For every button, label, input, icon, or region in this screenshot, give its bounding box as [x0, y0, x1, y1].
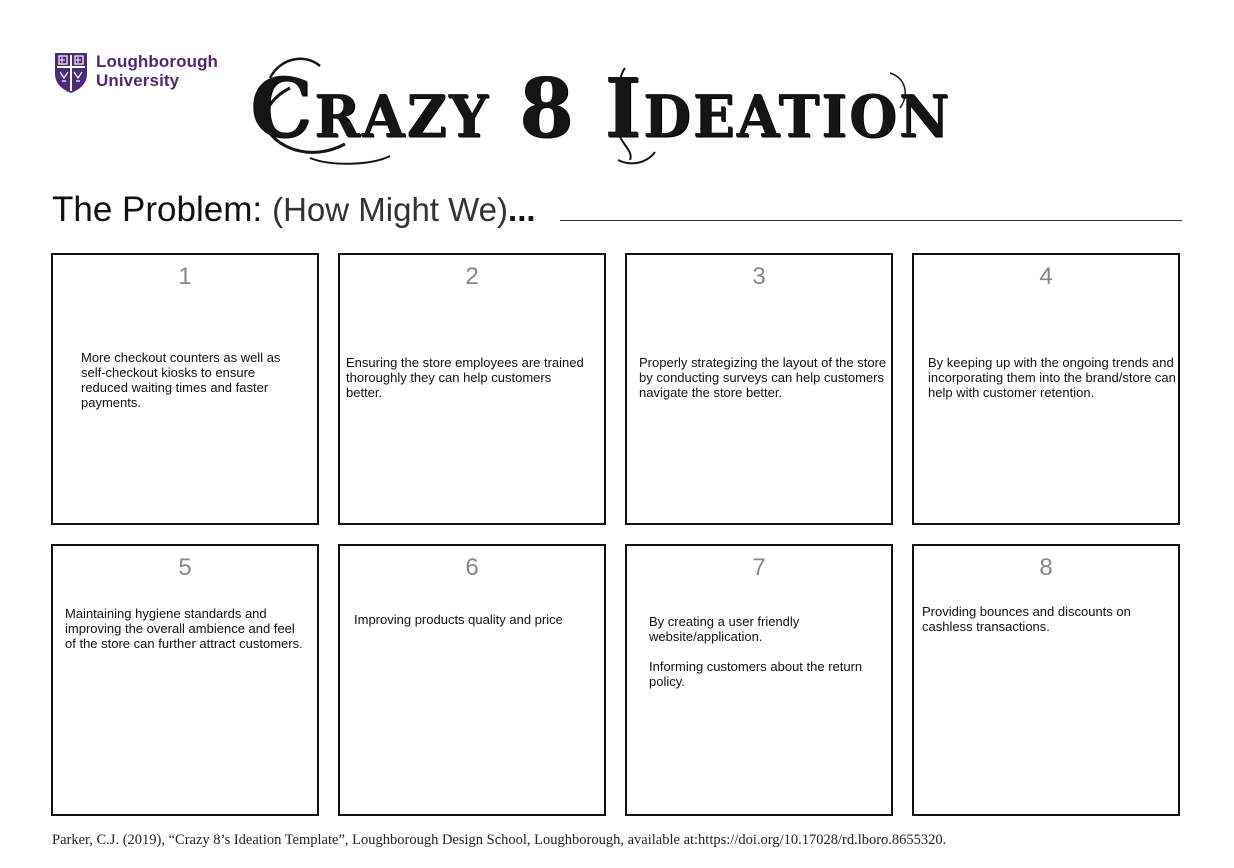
- idea-box-5[interactable]: 5 Maintaining hygiene standards and impr…: [51, 544, 319, 816]
- idea-box-7[interactable]: 7 By creating a user friendly website/ap…: [625, 544, 893, 816]
- idea-number: 4: [1039, 263, 1053, 290]
- idea-box-4[interactable]: 4 By keeping up with the ongoing trends …: [912, 253, 1180, 525]
- idea-number: 1: [178, 263, 192, 290]
- idea-box-8[interactable]: 8 Providing bounces and discounts on cas…: [912, 544, 1180, 816]
- idea-number: 5: [178, 554, 192, 581]
- idea-number: 2: [465, 263, 479, 290]
- idea-text: Ensuring the store employees are trained…: [346, 355, 584, 400]
- idea-number: 8: [1039, 554, 1053, 581]
- idea-number: 3: [752, 263, 766, 290]
- idea-number: 6: [465, 554, 479, 581]
- page-title: Crazy 8 Ideation: [250, 48, 1010, 168]
- idea-box-1[interactable]: 1 More checkout counters as well as self…: [51, 253, 319, 525]
- problem-answer-line[interactable]: [560, 220, 1182, 221]
- idea-box-2[interactable]: 2 Ensuring the store employees are train…: [338, 253, 606, 525]
- problem-subtitle: (How Might We): [272, 191, 509, 228]
- university-shield-icon: [55, 53, 87, 93]
- idea-number: 7: [752, 554, 766, 581]
- title-text: Crazy 8 Ideation: [250, 60, 952, 156]
- university-logo: Loughborough University: [54, 52, 218, 94]
- idea-text: Improving products quality and price: [354, 612, 563, 627]
- logo-line-1: Loughborough: [96, 52, 219, 71]
- idea-text: Maintaining hygiene standards and improv…: [65, 606, 303, 651]
- idea-text: More checkout counters as well as self-c…: [81, 350, 281, 410]
- problem-label: The Problem:: [52, 190, 263, 229]
- idea-text: Properly strategizing the layout of the …: [639, 355, 887, 400]
- idea-text: Providing bounces and discounts on cashl…: [922, 604, 1131, 634]
- problem-ellipsis: ...: [508, 191, 536, 228]
- idea-text: Informing customers about the return pol…: [649, 659, 863, 689]
- citation-footer: Parker, C.J. (2019), “Crazy 8’s Ideation…: [52, 832, 947, 848]
- idea-box-6[interactable]: 6 Improving products quality and price: [338, 544, 606, 816]
- idea-box-3[interactable]: 3 Properly strategizing the layout of th…: [625, 253, 893, 525]
- logo-line-2: University: [96, 71, 180, 90]
- idea-text: By creating a user friendly website/appl…: [649, 614, 800, 644]
- idea-text: By keeping up with the ongoing trends an…: [928, 355, 1176, 400]
- problem-statement: The Problem: (How Might We) ...: [52, 190, 536, 230]
